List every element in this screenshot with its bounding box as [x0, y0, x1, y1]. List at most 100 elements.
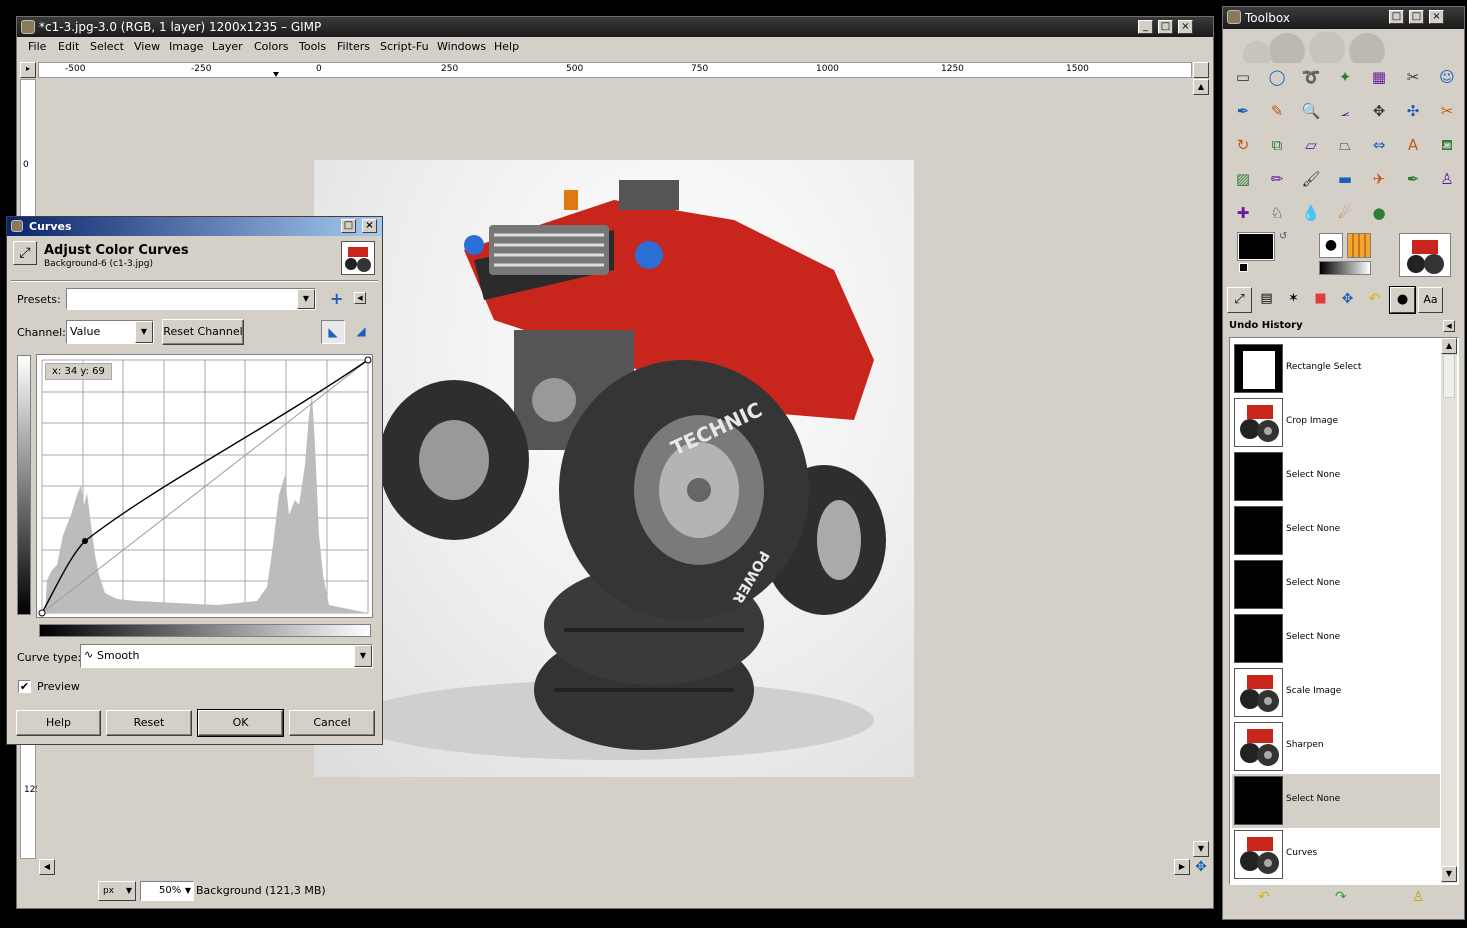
- ink-icon[interactable]: ✒: [1401, 167, 1425, 191]
- tab-layers[interactable]: ▤: [1254, 287, 1279, 313]
- curve-control-point[interactable]: [82, 538, 88, 544]
- undo-scrollbar[interactable]: ▲ ▼: [1441, 338, 1457, 883]
- dodge-burn-icon[interactable]: ●: [1367, 201, 1391, 225]
- history-item[interactable]: Crop Image: [1232, 396, 1440, 450]
- menu-edit[interactable]: Edit: [58, 40, 79, 53]
- default-colors-icon[interactable]: [1239, 263, 1248, 272]
- history-item[interactable]: Select None: [1232, 450, 1440, 504]
- tab-undo-history[interactable]: ↶: [1362, 287, 1387, 313]
- maximize-button[interactable]: □: [1409, 10, 1424, 24]
- scroll-left-button[interactable]: ◀: [39, 859, 55, 875]
- perspective-clone-icon[interactable]: ♘: [1265, 201, 1289, 225]
- pattern-preview[interactable]: [1347, 233, 1371, 258]
- chevron-down-icon[interactable]: ▼: [135, 321, 153, 343]
- rotate-icon[interactable]: ↻: [1231, 133, 1255, 157]
- foreground-color[interactable]: [1237, 232, 1275, 261]
- navigate-icon[interactable]: ✥: [1193, 859, 1209, 875]
- shear-icon[interactable]: ▱: [1299, 133, 1323, 157]
- presets-combo[interactable]: ▼: [66, 288, 316, 310]
- tab-channels[interactable]: ■: [1308, 287, 1333, 313]
- airbrush-icon[interactable]: ✈: [1367, 167, 1391, 191]
- scroll-up-button[interactable]: ▲: [1193, 79, 1209, 95]
- zoom-icon[interactable]: 🔍: [1299, 99, 1323, 123]
- tab-fonts[interactable]: Aa: [1418, 287, 1443, 313]
- tab-tool-options[interactable]: ⤢: [1227, 287, 1252, 313]
- chevron-down-icon[interactable]: ▼: [354, 645, 372, 667]
- scroll-right-button[interactable]: ▶: [1174, 859, 1190, 875]
- close-button[interactable]: ×: [362, 219, 377, 233]
- scroll-up-button[interactable]: ▲: [1441, 338, 1457, 354]
- menu-layer[interactable]: Layer: [212, 40, 243, 53]
- curve-graph[interactable]: x: 34 y: 69: [36, 354, 373, 618]
- add-preset-icon[interactable]: +: [330, 289, 343, 308]
- preset-menu-icon[interactable]: ◀: [354, 292, 366, 304]
- reset-button[interactable]: Reset: [106, 710, 192, 736]
- heal-icon[interactable]: ✚: [1231, 201, 1255, 225]
- vertical-scrollbar[interactable]: ▲ ▼: [1193, 79, 1209, 859]
- ok-button[interactable]: OK: [197, 709, 284, 737]
- clear-history-icon[interactable]: ♙: [1412, 889, 1425, 905]
- clone-icon[interactable]: ♙: [1435, 167, 1459, 191]
- brush-preview[interactable]: ●: [1319, 233, 1343, 258]
- free-select-icon[interactable]: ➰: [1299, 65, 1323, 89]
- restore-button[interactable]: □: [1389, 10, 1404, 24]
- undo-icon[interactable]: ↶: [1258, 889, 1270, 905]
- minimize-button[interactable]: _: [1138, 20, 1153, 34]
- align-icon[interactable]: ✣: [1401, 99, 1425, 123]
- menu-view[interactable]: View: [134, 40, 160, 53]
- color-picker-icon[interactable]: ✎: [1265, 99, 1289, 123]
- history-item[interactable]: Rectangle Select: [1232, 342, 1440, 396]
- crop-icon[interactable]: ✂: [1435, 99, 1459, 123]
- swap-colors-icon[interactable]: ↺: [1279, 231, 1287, 242]
- rect-select-icon[interactable]: ▭: [1231, 65, 1255, 89]
- unit-select[interactable]: px ▼: [98, 881, 136, 901]
- history-item[interactable]: Curves: [1232, 828, 1440, 882]
- linear-histogram-icon[interactable]: ◣: [321, 320, 345, 344]
- ellipse-select-icon[interactable]: ◯: [1265, 65, 1289, 89]
- close-button[interactable]: ×: [1429, 10, 1444, 24]
- history-item[interactable]: Sharpen: [1232, 720, 1440, 774]
- perspective-icon[interactable]: ⏢: [1333, 133, 1357, 157]
- zoom-select[interactable]: 50% ▼: [140, 881, 194, 901]
- close-button[interactable]: ×: [1178, 20, 1193, 34]
- smudge-icon[interactable]: ☄: [1333, 201, 1357, 225]
- history-item[interactable]: Select None: [1232, 612, 1440, 666]
- text-icon[interactable]: A: [1401, 133, 1425, 157]
- history-item[interactable]: Select None: [1232, 504, 1440, 558]
- tab-paths[interactable]: ✶: [1281, 287, 1306, 313]
- history-item[interactable]: Select None: [1232, 558, 1440, 612]
- image-window-titlebar[interactable]: *c1-3.jpg-3.0 (RGB, 1 layer) 1200x1235 –…: [17, 17, 1213, 37]
- flip-icon[interactable]: ⇔: [1367, 133, 1391, 157]
- blur-icon[interactable]: 💧: [1299, 201, 1323, 225]
- scroll-down-button[interactable]: ▼: [1441, 866, 1457, 882]
- gradient-preview[interactable]: [1319, 261, 1371, 275]
- log-histogram-icon[interactable]: ◢: [349, 320, 373, 344]
- bucket-fill-icon[interactable]: ⛾: [1435, 133, 1459, 157]
- panel-menu-icon[interactable]: ◀: [1443, 320, 1455, 332]
- scroll-down-button[interactable]: ▼: [1193, 841, 1209, 857]
- toolbox-titlebar[interactable]: Toolbox □ □ ×: [1223, 7, 1464, 29]
- cancel-button[interactable]: Cancel: [289, 710, 375, 736]
- fuzzy-select-icon[interactable]: ✦: [1333, 65, 1357, 89]
- tab-navigation[interactable]: ✥: [1335, 287, 1360, 313]
- menu-select[interactable]: Select: [90, 40, 124, 53]
- channel-combo[interactable]: Value ▼: [66, 320, 154, 344]
- menu-colors[interactable]: Colors: [254, 40, 288, 53]
- paintbrush-icon[interactable]: 🖌: [1299, 167, 1323, 191]
- foreground-select-icon[interactable]: ☺: [1435, 65, 1459, 89]
- color-select-icon[interactable]: ▦: [1367, 65, 1391, 89]
- scroll-thumb[interactable]: [1443, 354, 1455, 398]
- scissors-icon[interactable]: ✂: [1401, 65, 1425, 89]
- curves-titlebar[interactable]: Curves □ ×: [7, 217, 382, 236]
- curve-type-combo[interactable]: ∿ Smooth ▼: [80, 644, 373, 668]
- scale-icon[interactable]: ⧉: [1265, 133, 1289, 157]
- menu-script-fu[interactable]: Script-Fu: [380, 40, 429, 53]
- reset-channel-button[interactable]: Reset Channel: [162, 319, 244, 345]
- chevron-down-icon[interactable]: ▼: [297, 289, 315, 309]
- help-button[interactable]: Help: [16, 710, 101, 736]
- menu-help[interactable]: Help: [494, 40, 519, 53]
- measure-icon[interactable]: ⦟: [1333, 99, 1357, 123]
- paths-icon[interactable]: ✒: [1231, 99, 1255, 123]
- active-image-thumbnail[interactable]: [1399, 233, 1451, 277]
- menu-filters[interactable]: Filters: [337, 40, 370, 53]
